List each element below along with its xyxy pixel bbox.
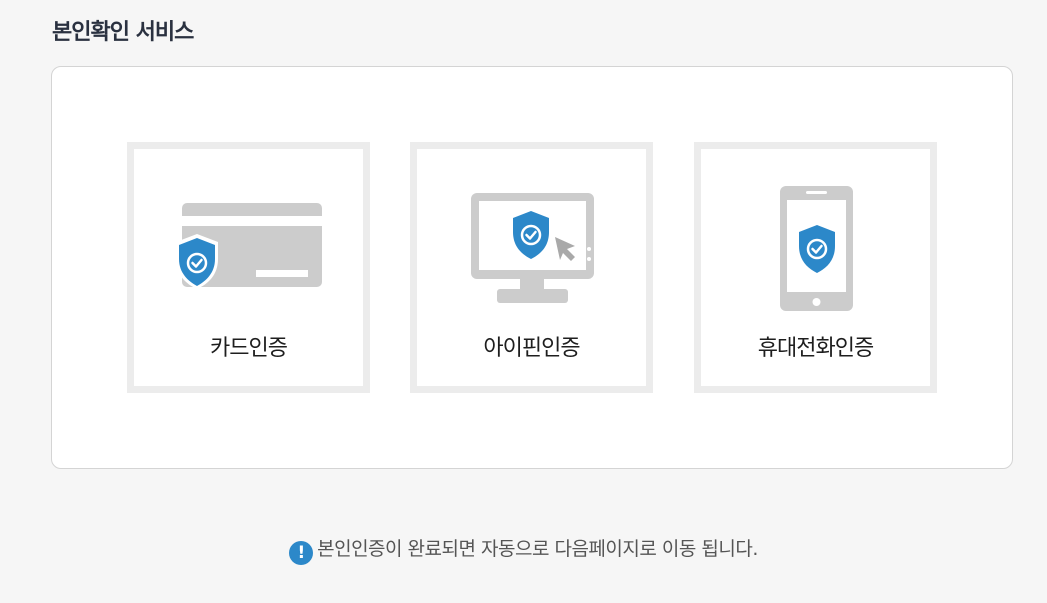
phone-shield-icon (780, 186, 853, 311)
section-title: 본인확인 서비스 (52, 20, 194, 45)
mobile-verification-label: 휴대전화인증 (757, 336, 874, 361)
card-verification-label: 카드인증 (210, 336, 288, 361)
ipin-verification-label: 아이핀인증 (483, 336, 580, 361)
card-verification-option[interactable]: 카드인증 (127, 142, 370, 393)
card-shield-icon (176, 203, 322, 289)
notice-text: 본인인증이 완료되면 자동으로 다음페이지로 이동 됩니다. (317, 538, 758, 560)
monitor-shield-icon (471, 193, 594, 303)
auto-redirect-notice: ! 본인인증이 완료되면 자동으로 다음페이지로 이동 됩니다. (0, 534, 1047, 565)
mobile-verification-option[interactable]: 휴대전화인증 (694, 142, 937, 393)
verification-panel: 카드인증 아이핀인증 휴대전화인증 (51, 66, 1013, 469)
exclamation-icon: ! (289, 541, 314, 565)
ipin-verification-option[interactable]: 아이핀인증 (410, 142, 653, 393)
identity-verification-page: 본인확인 서비스 카드인증 아이핀인증 휴대전화인증 ! 본인인증이 완료되면 … (0, 0, 1047, 603)
